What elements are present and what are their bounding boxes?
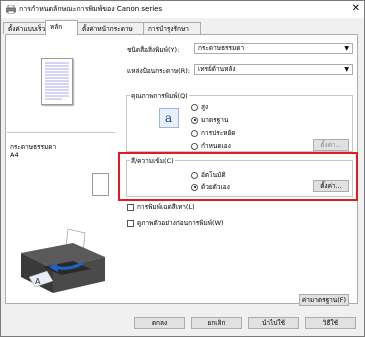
preview-before-print-checkbox[interactable]: ดูภาพตัวอย่างก่อนการพิมพ์(W) bbox=[127, 218, 224, 228]
quality-icon: a bbox=[159, 108, 179, 128]
preview-separator bbox=[7, 132, 115, 133]
quality-standard-label: มาตรฐาน bbox=[201, 116, 229, 124]
close-icon[interactable]: ✕ bbox=[352, 3, 360, 15]
grayscale-checkbox[interactable]: การพิมพ์เฉดสีเทา(L) bbox=[127, 202, 195, 212]
media-type-label: ชนิดสื่อสิ่งพิมพ์(Y): bbox=[127, 46, 180, 54]
paper-preview bbox=[41, 58, 73, 105]
radio-icon bbox=[191, 129, 198, 137]
quality-set-button[interactable]: ตั้งค่า... bbox=[313, 139, 349, 151]
checkbox-icon bbox=[127, 219, 134, 227]
quality-economy-label: การประหยัด bbox=[201, 129, 236, 137]
quality-custom-radio[interactable]: กำหนดเอง bbox=[191, 141, 231, 151]
tab-quick-setup[interactable]: ตั้งค่าแบบเร็ว bbox=[3, 22, 46, 34]
radio-selected-icon bbox=[191, 116, 198, 124]
grayscale-label: การพิมพ์เฉดสีเทา(L) bbox=[137, 203, 195, 211]
defaults-button[interactable]: ค่ามาตรฐาน(F) bbox=[299, 294, 349, 306]
print-preferences-window: การกำหนดลักษณะการพิมพ์ของ Canon series ✕… bbox=[0, 0, 365, 337]
paper-source-label: แหล่งป้อนกระดาษ(R): bbox=[127, 67, 190, 75]
radio-icon bbox=[191, 103, 198, 111]
paper-source-select[interactable]: เทรย์ด้านหลัง ▼ bbox=[194, 64, 353, 75]
checkbox-icon bbox=[127, 203, 134, 211]
quality-custom-label: กำหนดเอง bbox=[201, 142, 231, 150]
preview-before-print-label: ดูภาพตัวอย่างก่อนการพิมพ์(W) bbox=[137, 219, 224, 227]
document-lines-icon bbox=[45, 62, 69, 100]
ok-button[interactable]: ตกลง bbox=[134, 317, 185, 329]
svg-text:A: A bbox=[35, 277, 41, 286]
window-title: การกำหนดลักษณะการพิมพ์ของ Canon series bbox=[19, 5, 163, 13]
tab-page-setup[interactable]: ตั้งค่าหน้ากระดาษ bbox=[77, 22, 144, 34]
paper-source-value: เทรย์ด้านหลัง bbox=[198, 65, 236, 73]
paper-size-label: A4 bbox=[10, 151, 19, 159]
paper-orientation-preview bbox=[92, 173, 109, 196]
quality-high-radio[interactable]: สูง bbox=[191, 102, 208, 112]
apply-button[interactable]: นำไปใช้ bbox=[248, 317, 299, 329]
printer-illustration: A bbox=[21, 228, 105, 293]
chevron-down-icon: ▼ bbox=[344, 45, 349, 52]
cancel-button[interactable]: ยกเลิก bbox=[191, 317, 242, 329]
help-button[interactable]: วิธีใช้ bbox=[305, 317, 356, 329]
chevron-down-icon: ▼ bbox=[344, 66, 349, 73]
tab-main[interactable]: หลัก bbox=[45, 20, 78, 35]
media-type-value: กระดาษธรรมดา bbox=[198, 44, 245, 52]
media-type-select[interactable]: กระดาษธรรมดา ▼ bbox=[194, 43, 353, 54]
quality-economy-radio[interactable]: การประหยัด bbox=[191, 128, 236, 138]
print-quality-label: คุณภาพการพิมพ์(Q) bbox=[130, 91, 189, 101]
printer-icon bbox=[6, 5, 16, 14]
quality-standard-radio[interactable]: มาตรฐาน bbox=[191, 115, 228, 125]
quality-high-label: สูง bbox=[201, 103, 209, 111]
highlight-box bbox=[118, 152, 358, 201]
tab-maintenance[interactable]: การบำรุงรักษา bbox=[143, 22, 201, 34]
radio-icon bbox=[191, 142, 198, 150]
title-bar: การกำหนดลักษณะการพิมพ์ของ Canon series ✕ bbox=[1, 1, 364, 18]
